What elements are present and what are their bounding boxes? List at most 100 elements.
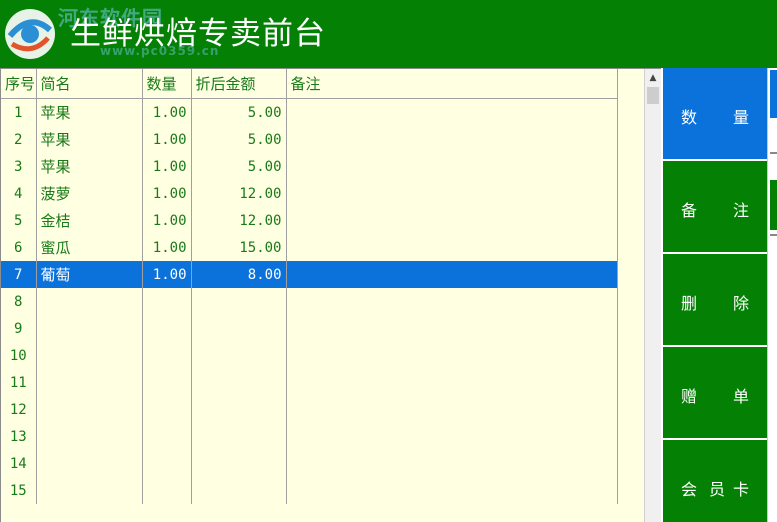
cell-name [36, 369, 143, 396]
cell-note [286, 450, 618, 477]
header-bar: 河东软件园 生鲜烘焙专卖前台 www.pc0359.cn [0, 0, 777, 68]
cell-name: 菠萝 [36, 180, 143, 207]
cell-note [286, 180, 618, 207]
cell-name [36, 315, 143, 342]
cell-amount: 5.00 [191, 98, 287, 126]
cell-name: 苹果 [36, 126, 143, 153]
cell-no: 15 [1, 477, 37, 504]
table-row[interactable]: 6 蜜瓜 1.00 15.00 [1, 234, 618, 261]
cell-no: 9 [1, 315, 37, 342]
cell-amount [191, 477, 287, 504]
button-label-char: 会 [681, 480, 698, 499]
cell-note [286, 288, 618, 315]
table-row[interactable]: 13 [1, 423, 618, 450]
column-header-name[interactable]: 简名 [36, 69, 143, 99]
watermark-url: www.pc0359.cn [100, 44, 220, 58]
cell-amount [191, 288, 287, 315]
cell-name [36, 396, 143, 423]
order-table: 序号 简名 数量 折后金额 备注 1 苹果 1.00 5.00 2 苹果 1.00 5.00 3… [1, 69, 618, 504]
cell-no: 8 [1, 288, 37, 315]
table-row[interactable]: 14 [1, 450, 618, 477]
cell-note [286, 342, 618, 369]
cell-no: 5 [1, 207, 37, 234]
cell-qty [142, 288, 192, 315]
button-label-char: 卡 [732, 480, 749, 499]
button-label-char: 数 [681, 108, 698, 127]
cell-qty: 1.00 [142, 180, 192, 207]
cell-amount [191, 342, 287, 369]
cell-qty [142, 342, 192, 369]
cell-name [36, 342, 143, 369]
cell-note [286, 234, 618, 261]
table-row[interactable]: 5 金桔 1.00 12.00 [1, 207, 618, 234]
cell-no: 7 [1, 261, 37, 288]
table-row[interactable]: 1 苹果 1.00 5.00 [1, 98, 618, 126]
cell-note [286, 423, 618, 450]
cell-note [286, 477, 618, 504]
cell-qty: 1.00 [142, 261, 192, 288]
quantity-button[interactable]: 数 量 [663, 68, 767, 160]
cell-note [286, 153, 618, 180]
table-row[interactable]: 15 [1, 477, 618, 504]
cell-name [36, 477, 143, 504]
cell-no: 4 [1, 180, 37, 207]
cell-name [36, 423, 143, 450]
cell-note [286, 315, 618, 342]
table-header-row: 序号 简名 数量 折后金额 备注 [1, 69, 618, 99]
table-row[interactable]: 8 [1, 288, 618, 315]
cell-name: 蜜瓜 [36, 234, 143, 261]
button-label-char: 删 [681, 294, 698, 313]
table-row[interactable]: 10 [1, 342, 618, 369]
edge-tab[interactable] [770, 70, 777, 118]
button-label-char: 除 [732, 294, 749, 313]
cell-amount [191, 450, 287, 477]
cell-name: 苹果 [36, 153, 143, 180]
table-row[interactable]: 2 苹果 1.00 5.00 [1, 126, 618, 153]
cell-no: 12 [1, 396, 37, 423]
cell-qty: 1.00 [142, 98, 192, 126]
table-row[interactable]: 7 葡萄 1.00 8.00 [1, 261, 618, 288]
scrollbar-thumb[interactable] [647, 87, 659, 104]
cell-amount: 12.00 [191, 207, 287, 234]
cell-note [286, 261, 618, 288]
member-card-button[interactable]: 会 员 卡 [663, 440, 767, 522]
table-row[interactable]: 4 菠萝 1.00 12.00 [1, 180, 618, 207]
cell-note [286, 396, 618, 423]
column-header-note[interactable]: 备注 [286, 69, 618, 99]
edge-tab[interactable] [770, 180, 777, 230]
table-row[interactable]: 11 [1, 369, 618, 396]
table-row[interactable]: 12 [1, 396, 618, 423]
gift-button[interactable]: 赠 单 [663, 347, 767, 439]
cell-amount: 8.00 [191, 261, 287, 288]
cell-qty: 1.00 [142, 153, 192, 180]
cell-name: 葡萄 [36, 261, 143, 288]
cell-no: 11 [1, 369, 37, 396]
cell-amount [191, 423, 287, 450]
cell-qty [142, 369, 192, 396]
column-header-amount[interactable]: 折后金额 [191, 69, 287, 99]
cell-amount: 5.00 [191, 153, 287, 180]
button-label-char: 员 [709, 480, 726, 499]
vertical-scrollbar[interactable]: ▲ [644, 69, 661, 522]
cell-name [36, 450, 143, 477]
cell-no: 10 [1, 342, 37, 369]
cell-name: 苹果 [36, 98, 143, 126]
table-row[interactable]: 9 [1, 315, 618, 342]
cell-no: 2 [1, 126, 37, 153]
column-header-no[interactable]: 序号 [1, 69, 37, 99]
column-header-qty[interactable]: 数量 [142, 69, 192, 99]
order-grid[interactable]: 序号 简名 数量 折后金额 备注 1 苹果 1.00 5.00 2 苹果 1.00 5.00 3… [0, 68, 661, 522]
arrow-up-icon[interactable]: ▲ [645, 69, 661, 86]
delete-button[interactable]: 删 除 [663, 254, 767, 346]
cell-qty: 1.00 [142, 234, 192, 261]
cell-name: 金桔 [36, 207, 143, 234]
table-row[interactable]: 3 苹果 1.00 5.00 [1, 153, 618, 180]
cell-qty [142, 450, 192, 477]
button-label-char: 注 [732, 201, 749, 220]
cell-qty [142, 315, 192, 342]
cell-qty: 1.00 [142, 126, 192, 153]
note-button[interactable]: 备 注 [663, 161, 767, 253]
cell-amount [191, 396, 287, 423]
cell-amount [191, 369, 287, 396]
cell-no: 1 [1, 98, 37, 126]
